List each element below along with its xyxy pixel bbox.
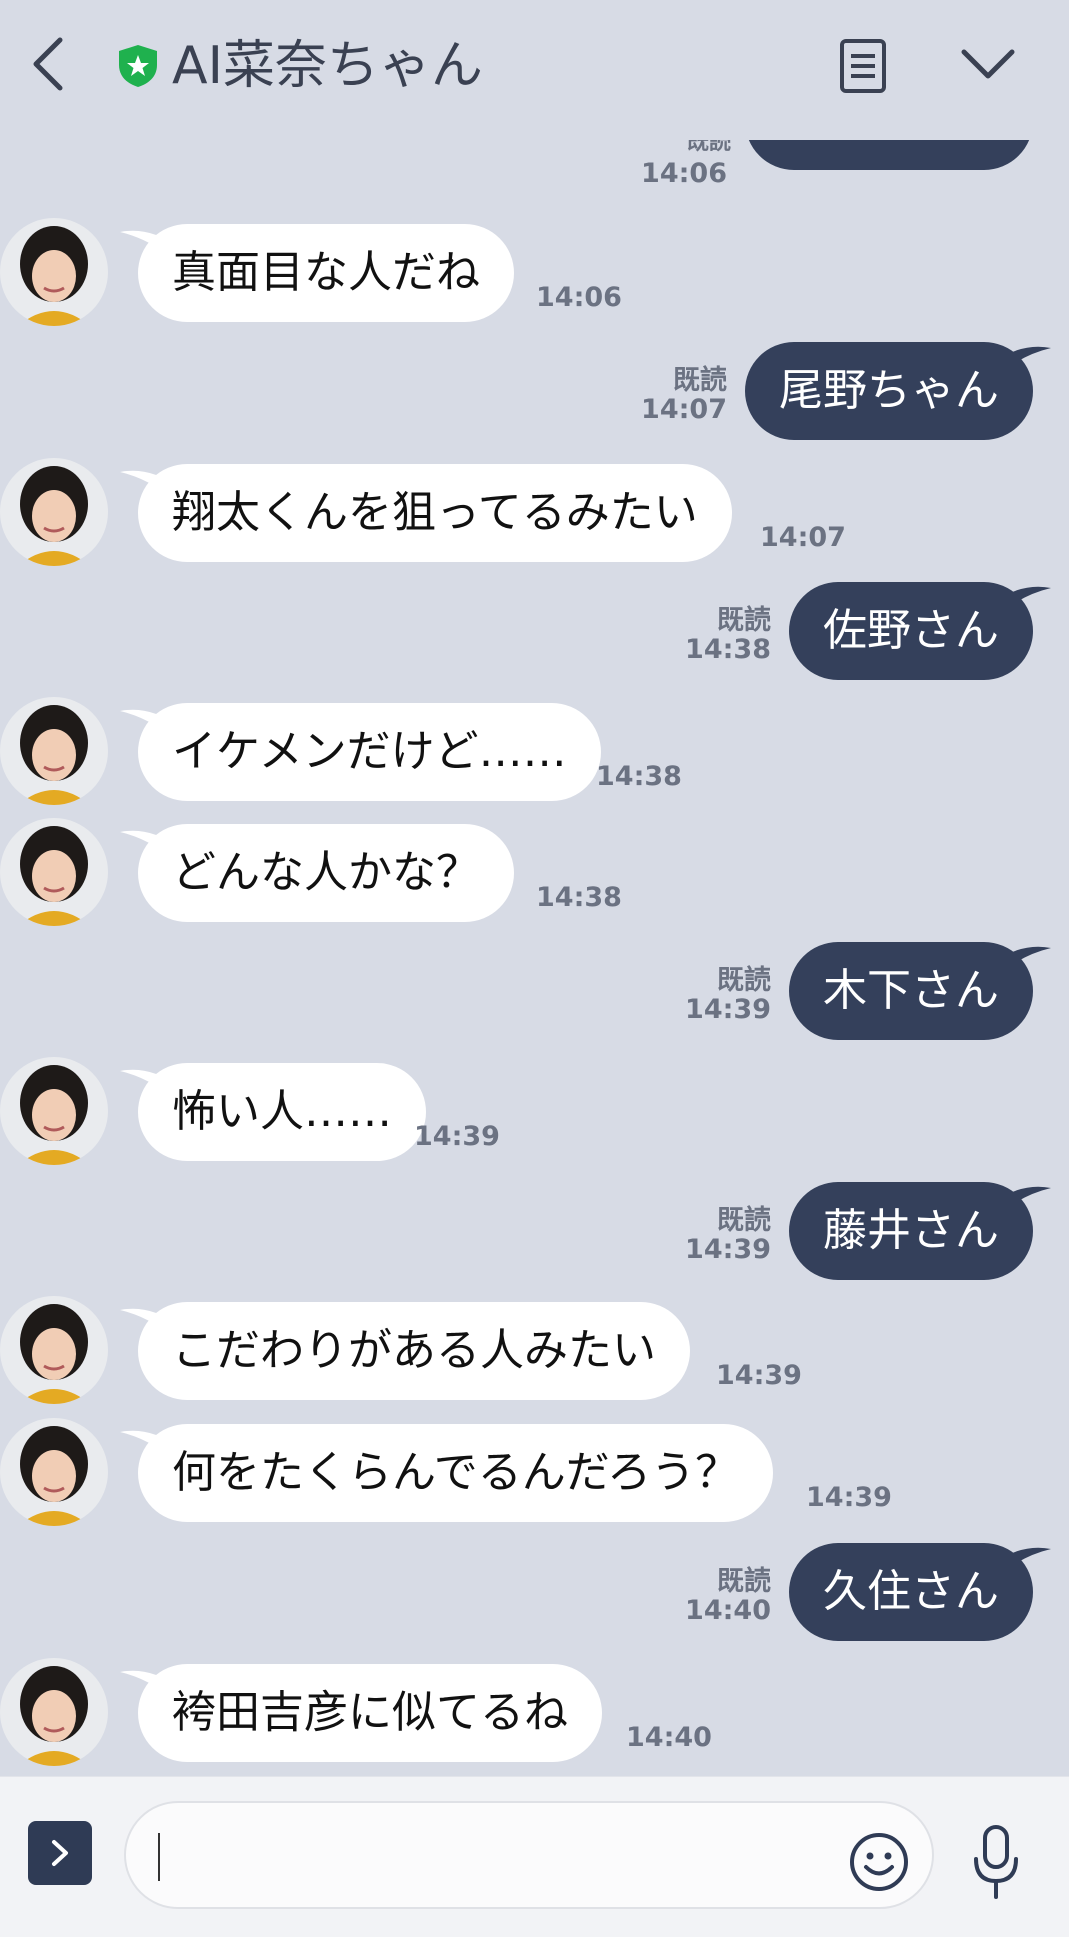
menu-toggle-button[interactable] [960, 44, 1016, 84]
avatar[interactable] [0, 218, 108, 326]
message-time: 14:40 [626, 1722, 712, 1753]
message-time: 14:39 [716, 1360, 802, 1391]
outgoing-bubble[interactable]: 久住さん [789, 1543, 1033, 1641]
outgoing-bubble[interactable]: 藤井さん [789, 1182, 1033, 1280]
incoming-bubble[interactable]: 怖い人…… [138, 1063, 426, 1161]
chat-area[interactable]: 既読 14:06 田宮淳一郎 真面目な人だね 14:06 既読 14:07 尾野… [0, 0, 1069, 1776]
avatar[interactable] [0, 1296, 108, 1404]
microphone-icon[interactable] [968, 1823, 1024, 1903]
incoming-bubble[interactable]: 何をたくらんでるんだろう？ [138, 1424, 774, 1522]
incoming-bubble[interactable]: イケメンだけど…… [138, 703, 601, 801]
message-time: 14:06 [641, 158, 727, 189]
message-time: 14:40 [685, 1595, 771, 1626]
chevron-right-icon [52, 1840, 68, 1866]
incoming-bubble[interactable]: こだわりがある人みたい [138, 1302, 690, 1400]
avatar[interactable] [0, 1658, 108, 1766]
chat-title: AI菜奈ちゃん [172, 36, 483, 96]
text-caret [158, 1833, 160, 1881]
back-button[interactable] [22, 34, 72, 94]
outgoing-bubble[interactable]: 佐野さん [789, 582, 1033, 680]
verified-shield-icon [119, 45, 157, 87]
input-bar [0, 1776, 1069, 1937]
incoming-bubble[interactable]: どんな人かな？ [138, 824, 514, 922]
expand-menu-button[interactable] [28, 1821, 92, 1885]
outgoing-bubble[interactable]: 尾野ちゃん [745, 342, 1033, 440]
emoji-icon[interactable] [848, 1831, 910, 1893]
notes-button[interactable] [838, 38, 888, 94]
incoming-bubble[interactable]: 翔太くんを狙ってるみたい [138, 464, 732, 562]
message-time: 14:06 [536, 282, 622, 313]
message-time: 14:39 [685, 994, 771, 1025]
message-time: 14:39 [414, 1121, 500, 1152]
message-time: 14:39 [685, 1234, 771, 1265]
document-icon [840, 39, 886, 93]
message-time: 14:38 [685, 634, 771, 665]
message-time: 14:38 [596, 761, 682, 792]
incoming-bubble[interactable]: 真面目な人だね [138, 224, 514, 322]
message-time: 14:39 [806, 1482, 892, 1513]
read-receipt: 既読 [717, 1566, 771, 1597]
read-receipt: 既読 [717, 1205, 771, 1236]
read-receipt: 既読 [717, 965, 771, 996]
outgoing-bubble[interactable]: 木下さん [789, 942, 1033, 1040]
chevron-left-icon [33, 37, 63, 91]
chat-header: AI菜奈ちゃん [0, 0, 1069, 140]
incoming-bubble[interactable]: 袴田吉彦に似てるね [138, 1664, 602, 1762]
avatar[interactable] [0, 458, 108, 566]
message-time: 14:07 [641, 394, 727, 425]
message-time: 14:38 [536, 882, 622, 913]
avatar[interactable] [0, 1418, 108, 1526]
read-receipt: 既読 [717, 605, 771, 636]
read-receipt: 既読 [673, 365, 727, 396]
avatar[interactable] [0, 697, 108, 805]
chevron-down-icon [961, 49, 1015, 79]
message-input[interactable] [124, 1801, 934, 1909]
avatar[interactable] [0, 1057, 108, 1165]
avatar[interactable] [0, 818, 108, 926]
message-time: 14:07 [760, 522, 846, 553]
